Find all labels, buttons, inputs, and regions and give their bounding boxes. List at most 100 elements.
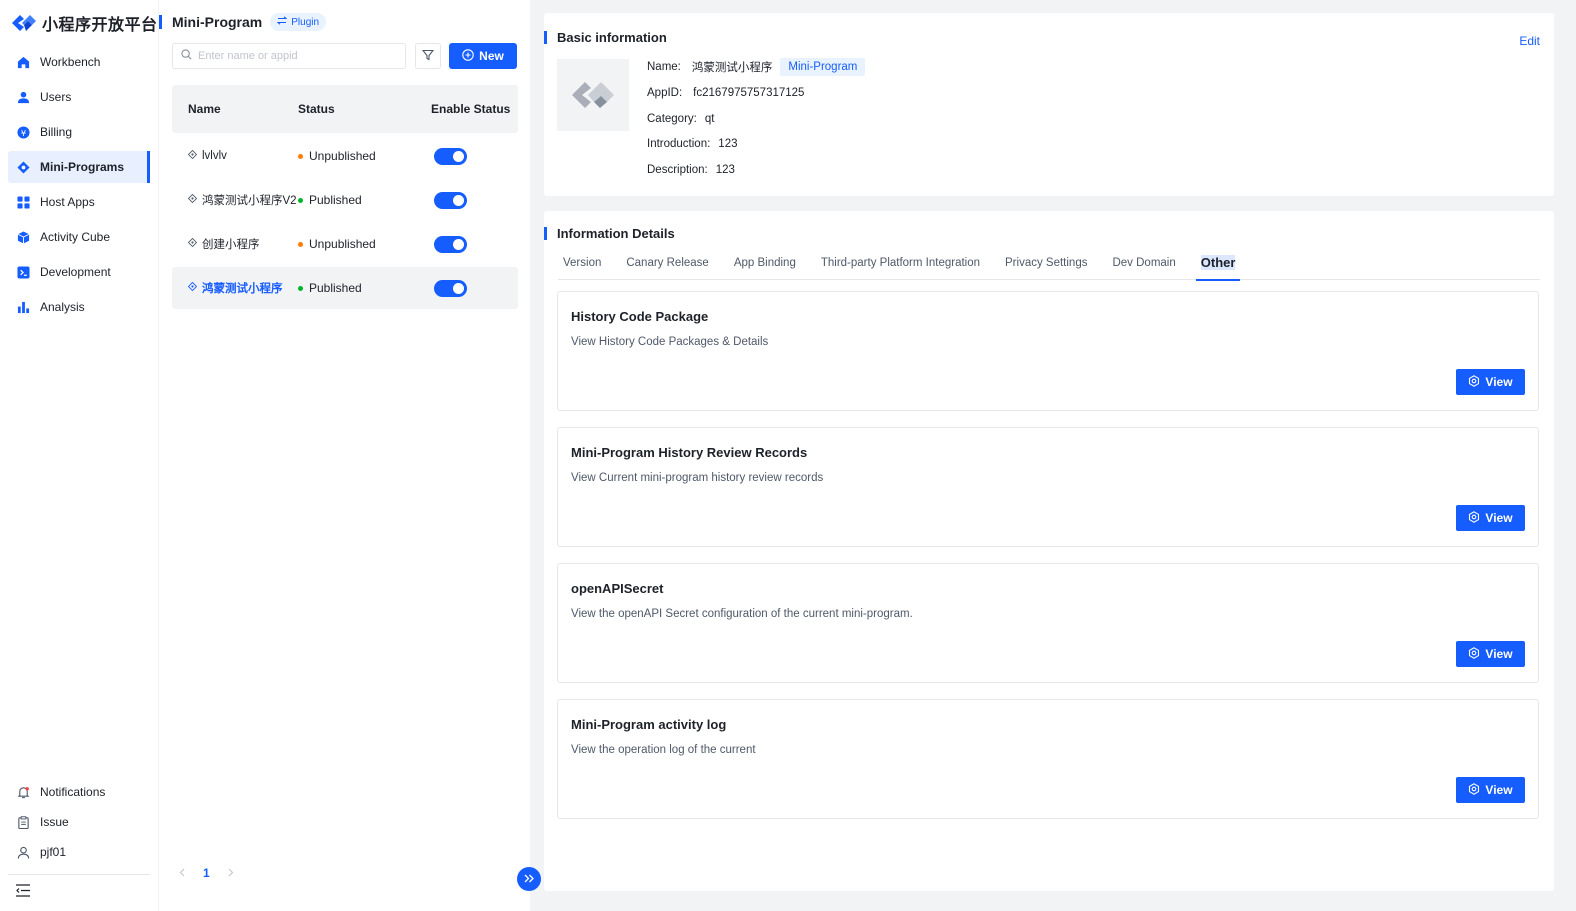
description-value: 123 [715, 164, 735, 176]
tab-privacy-settings[interactable]: Privacy Settings [1000, 255, 1092, 280]
tab-version[interactable]: Version [558, 255, 606, 280]
swap-icon [276, 16, 288, 28]
sidebar-item-analysis[interactable]: Analysis [8, 291, 150, 323]
row-status: Published [309, 193, 362, 207]
page-number[interactable]: 1 [203, 866, 210, 880]
sidebar-item-billing[interactable]: ¥ Billing [8, 116, 150, 148]
card-title: Mini-Program activity log [571, 717, 727, 732]
bar-chart-icon [16, 300, 30, 314]
billing-icon: ¥ [16, 125, 30, 139]
mini-program-list-panel: Mini-Program Plugin New Name Status Enab… [158, 0, 530, 911]
card-title: Mini-Program History Review Records [571, 445, 808, 460]
pagination: 1 [179, 866, 234, 880]
table-row-selected[interactable]: 鸿蒙测试小程序 Published [172, 267, 518, 309]
row-name-cell: 鸿蒙测试小程序V2 [172, 192, 298, 208]
view-button[interactable]: View [1456, 777, 1525, 803]
category-label: Category: [647, 113, 697, 125]
user-icon [16, 90, 30, 104]
sidebar-item-label: Development [40, 265, 111, 279]
prev-page-icon[interactable] [179, 866, 185, 880]
card-description: View the openAPI Secret configuration of… [571, 608, 913, 620]
enable-toggle[interactable] [434, 235, 467, 253]
title-accent-bar [159, 15, 162, 29]
gear-icon [1468, 782, 1480, 798]
view-button[interactable]: View [1456, 505, 1525, 531]
title-accent-bar [544, 227, 547, 240]
tab-canary-release[interactable]: Canary Release [621, 255, 713, 280]
table-row[interactable]: lvlvlv Unpublished [172, 135, 518, 177]
mini-program-diamond-icon [187, 237, 198, 250]
list-panel-title: Mini-Program [172, 14, 263, 30]
sidebar-item-label: Analysis [40, 300, 85, 314]
brand-logo[interactable]: 小程序开放平台 [10, 12, 158, 34]
table-row[interactable]: 鸿蒙测试小程序V2 Published [172, 179, 518, 221]
plugin-switch-tag[interactable]: Plugin [270, 13, 327, 31]
tab-app-binding[interactable]: App Binding [729, 255, 801, 280]
sidebar-item-label: Billing [40, 125, 73, 139]
cube-icon [16, 230, 30, 244]
card-description: View the operation log of the current [571, 744, 756, 756]
enable-toggle[interactable] [434, 279, 467, 297]
new-mini-program-button[interactable]: New [449, 43, 517, 69]
tab-third-party-integration[interactable]: Third-party Platform Integration [816, 255, 985, 280]
card-description: View Current mini-program history review… [571, 472, 824, 484]
sidebar-item-mini-programs[interactable]: Mini-Programs [8, 151, 150, 183]
sidebar-item-label: Users [40, 90, 72, 104]
appid-label: AppID: [647, 87, 683, 99]
logo-icon [10, 13, 38, 33]
row-name: 创建小程序 [202, 239, 260, 251]
openapi-secret-card: openAPISecret View the openAPI Secret co… [557, 563, 1539, 683]
sidebar-item-workbench[interactable]: Workbench [8, 46, 150, 78]
sidebar-item-label: Mini-Programs [40, 160, 125, 174]
filter-button[interactable] [415, 43, 441, 69]
svg-text:¥: ¥ [20, 127, 25, 137]
sidebar-item-development[interactable]: Development [8, 256, 150, 288]
mini-program-icon [16, 160, 30, 174]
mini-program-table: Name Status Enable Status lvlvlv Unpubli… [172, 85, 518, 309]
name-value: 鸿蒙测试小程序 [691, 62, 773, 74]
next-page-icon[interactable] [228, 866, 234, 880]
view-button[interactable]: View [1456, 369, 1525, 395]
sidebar-item-host-apps[interactable]: Host Apps [8, 186, 150, 218]
table-header: Name Status Enable Status [172, 85, 518, 133]
row-enable-cell [431, 279, 518, 297]
tab-label: Privacy Settings [1005, 257, 1088, 269]
row-status-cell: Unpublished [298, 149, 431, 163]
gear-icon [1468, 646, 1480, 662]
sidebar-item-issue[interactable]: Issue [8, 807, 150, 837]
expand-panel-button[interactable] [517, 867, 541, 891]
enable-toggle[interactable] [434, 191, 467, 209]
row-name-cell: 鸿蒙测试小程序 [172, 280, 298, 296]
new-button-label: New [479, 49, 504, 63]
brand-name: 小程序开放平台 [42, 15, 158, 34]
type-tag: Mini-Program [780, 58, 866, 76]
sidebar-item-account[interactable]: pjf01 [8, 837, 150, 867]
tab-other[interactable]: Other [1195, 255, 1241, 281]
tab-label: App Binding [733, 257, 796, 269]
edit-link[interactable]: Edit [1519, 34, 1540, 48]
enable-toggle[interactable] [434, 147, 467, 165]
view-button[interactable]: View [1456, 641, 1525, 667]
mini-program-diamond-icon [187, 149, 198, 162]
information-details-title: Information Details [557, 226, 675, 241]
column-header-status: Status [298, 102, 335, 116]
table-row[interactable]: 创建小程序 Unpublished [172, 223, 518, 265]
row-status-cell: Unpublished [298, 237, 431, 251]
sidebar-item-notifications[interactable]: Notifications [8, 777, 150, 807]
sidebar-item-label: pjf01 [40, 845, 67, 859]
search-input[interactable] [198, 50, 398, 62]
sidebar-item-users[interactable]: Users [8, 81, 150, 113]
category-value: qt [704, 113, 715, 125]
sidebar-bottom: Notifications Issue pjf01 [8, 777, 150, 867]
row-name: 鸿蒙测试小程序 [202, 283, 283, 295]
introduction-label: Introduction: [647, 138, 711, 150]
row-status-cell: Published [298, 193, 431, 207]
menu-collapse-icon[interactable] [16, 884, 30, 900]
name-label: Name: [647, 61, 681, 73]
sidebar-item-activity-cube[interactable]: Activity Cube [8, 221, 150, 253]
sidebar-item-label: Notifications [40, 785, 106, 799]
mini-program-diamond-icon [187, 281, 198, 294]
row-status-cell: Published [298, 281, 431, 295]
basic-info-title: Basic information [557, 30, 667, 45]
tab-dev-domain[interactable]: Dev Domain [1107, 255, 1180, 280]
